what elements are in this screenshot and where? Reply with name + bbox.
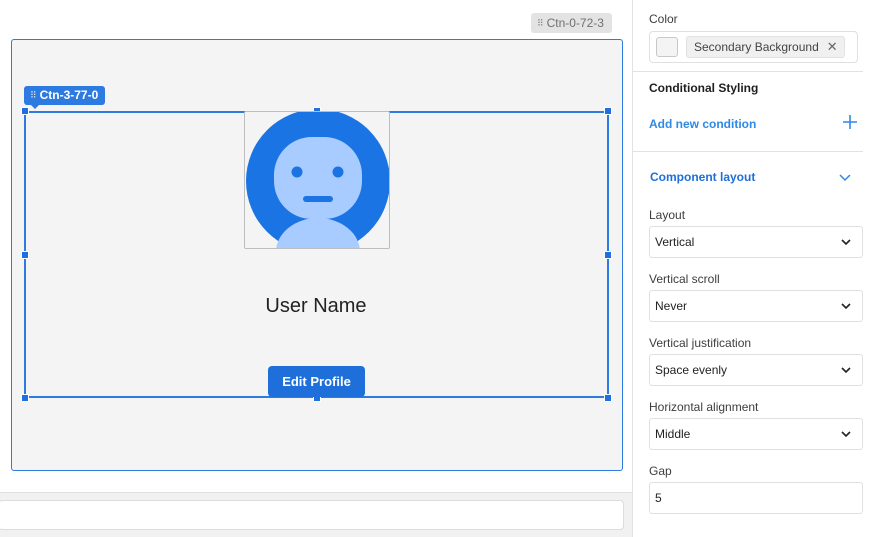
inner-container-tag[interactable]: ⠿ Ctn-3-77-0 <box>24 86 106 105</box>
vertical-justification-label: Vertical justification <box>649 336 752 350</box>
canvas-footer-field[interactable] <box>0 500 624 530</box>
layout-select[interactable]: Vertical <box>649 226 863 258</box>
add-condition-link[interactable]: Add new condition <box>649 117 756 131</box>
layout-label: Layout <box>649 208 686 222</box>
chevron-down-icon[interactable] <box>837 169 853 185</box>
color-chip-label: Secondary Background <box>694 40 819 54</box>
conditional-styling-title: Conditional Styling <box>649 81 759 95</box>
inner-container-tag-label: Ctn-3-77-0 <box>39 88 99 102</box>
resize-handle-bottom-left[interactable] <box>21 394 29 402</box>
component-layout-title[interactable]: Component layout <box>650 170 755 184</box>
edit-profile-button[interactable]: Edit Profile <box>268 366 365 397</box>
user-name-text[interactable]: User Name <box>216 295 416 318</box>
color-field[interactable]: Secondary Background ✕ <box>649 31 858 63</box>
resize-handle-top-right[interactable] <box>604 107 612 115</box>
drag-grip-icon[interactable]: ⠿ <box>537 13 544 33</box>
resize-handle-bottom-right[interactable] <box>604 394 612 402</box>
color-swatch[interactable] <box>656 37 678 57</box>
outer-container-tag[interactable]: ⠿ Ctn-0-72-3 <box>531 13 612 33</box>
plus-icon[interactable] <box>841 113 859 131</box>
divider <box>633 151 863 152</box>
drag-grip-icon[interactable]: ⠿ <box>30 86 37 105</box>
chevron-down-icon <box>841 431 851 438</box>
gap-input-value: 5 <box>655 491 662 505</box>
horizontal-alignment-label: Horizontal alignment <box>649 400 759 414</box>
vertical-scroll-select[interactable]: Never <box>649 290 863 322</box>
design-canvas[interactable]: ⠿ Ctn-0-72-3 ⠿ Ctn-3-77-0 User Name Edit… <box>0 0 632 537</box>
resize-handle-top-left[interactable] <box>21 107 29 115</box>
color-chip[interactable]: Secondary Background ✕ <box>686 36 845 58</box>
vertical-scroll-value: Never <box>655 299 688 313</box>
user-avatar-icon <box>246 112 389 248</box>
properties-panel: Color Secondary Background ✕ Conditional… <box>632 0 878 537</box>
inner-tag-pointer <box>30 104 40 109</box>
horizontal-alignment-value: Middle <box>655 427 691 441</box>
editor-root: ⠿ Ctn-0-72-3 ⠿ Ctn-3-77-0 User Name Edit… <box>0 0 878 537</box>
resize-handle-right[interactable] <box>604 251 612 259</box>
color-label: Color <box>649 12 678 26</box>
gap-input[interactable]: 5 <box>649 482 863 514</box>
chevron-down-icon <box>841 303 851 310</box>
layout-select-value: Vertical <box>655 235 695 249</box>
chevron-down-icon <box>841 239 851 246</box>
remove-color-icon[interactable]: ✕ <box>827 39 838 55</box>
resize-handle-left[interactable] <box>21 251 29 259</box>
outer-container-tag-label: Ctn-0-72-3 <box>546 16 604 30</box>
divider <box>633 71 863 72</box>
vertical-scroll-label: Vertical scroll <box>649 272 720 286</box>
horizontal-alignment-select[interactable]: Middle <box>649 418 863 450</box>
avatar-image[interactable] <box>244 111 390 249</box>
gap-label: Gap <box>649 464 672 478</box>
vertical-justification-value: Space evenly <box>655 363 728 377</box>
chevron-down-icon <box>841 367 851 374</box>
vertical-justification-select[interactable]: Space evenly <box>649 354 863 386</box>
